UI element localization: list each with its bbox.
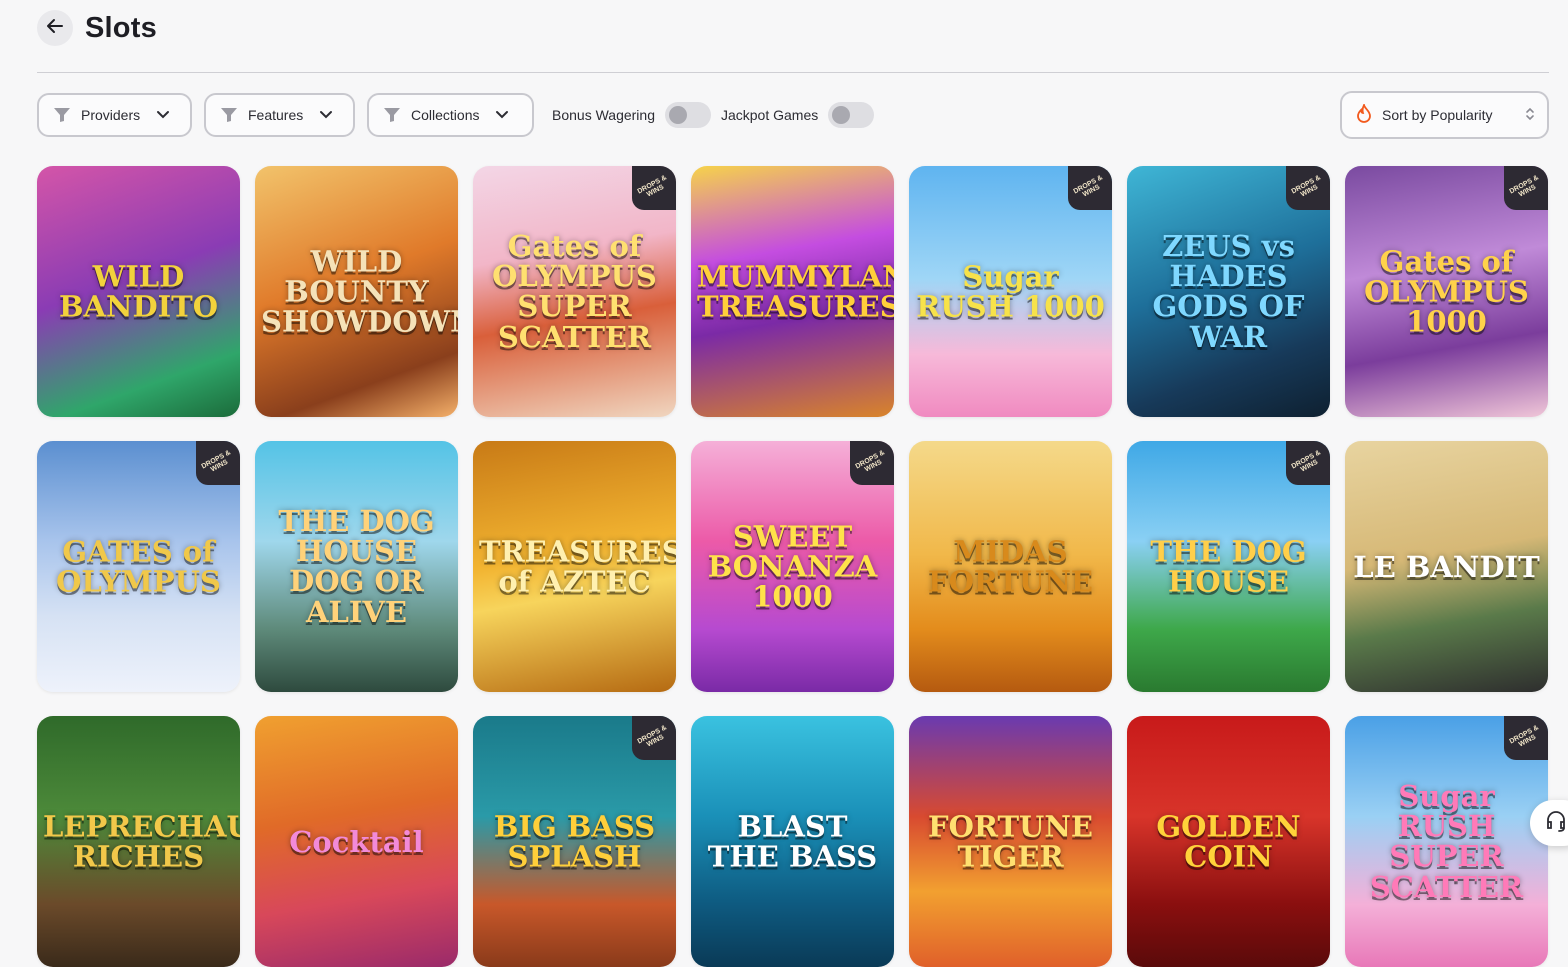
- drops-wins-badge-text: DROPS & WINS: [854, 449, 886, 474]
- drops-wins-badge-text: DROPS & WINS: [636, 174, 668, 199]
- game-title: BIG BASS SPLASH: [493, 809, 656, 874]
- game-tile[interactable]: TREASURES of AZTEC: [473, 441, 676, 692]
- game-title: GATES of OLYMPUS: [56, 534, 221, 599]
- jackpot-games-toggle-group: Jackpot Games: [720, 102, 875, 128]
- game-tile[interactable]: LE BANDIT: [1345, 441, 1548, 692]
- drops-wins-badge: DROPS & WINS: [632, 716, 676, 760]
- drops-wins-badge-text: DROPS & WINS: [1508, 724, 1540, 749]
- game-title: TREASURES of AZTEC: [479, 534, 676, 599]
- game-title: THE DOG HOUSE DOG OR ALIVE: [278, 503, 435, 629]
- drops-wins-badge: DROPS & WINS: [1504, 716, 1548, 760]
- drops-wins-badge: DROPS & WINS: [1068, 166, 1112, 210]
- game-tile[interactable]: BIG BASS SPLASH DROPS & WINS: [473, 716, 676, 967]
- game-title: WILD BOUNTY SHOWDOWN: [261, 243, 458, 339]
- page-title: Slots: [85, 11, 157, 44]
- game-title: WILD BANDITO: [58, 259, 219, 324]
- game-tile[interactable]: ZEUS vs HADES GODS OF WAR DROPS & WINS: [1127, 166, 1330, 417]
- game-tile[interactable]: MIDAS FORTUNE: [909, 441, 1112, 692]
- filter-bar: Providers Features Collections Bonus Wag…: [37, 91, 1549, 139]
- game-tile[interactable]: THE DOG HOUSE DROPS & WINS: [1127, 441, 1330, 692]
- drops-wins-badge-text: DROPS & WINS: [1072, 174, 1104, 199]
- filter-icon: [220, 107, 238, 123]
- chevron-down-icon: [156, 110, 170, 120]
- drops-wins-badge-text: DROPS & WINS: [1508, 174, 1540, 199]
- chevron-down-icon: [319, 110, 333, 120]
- bonus-wagering-toggle[interactable]: [664, 102, 711, 128]
- header-divider: [37, 72, 1549, 73]
- page-header: Slots: [37, 10, 157, 46]
- game-title: GOLDEN COIN: [1156, 809, 1301, 874]
- game-title: THE DOG HOUSE: [1150, 534, 1307, 599]
- filter-icon: [53, 107, 71, 123]
- sort-select[interactable]: Sort by Popularity: [1340, 91, 1549, 139]
- back-button[interactable]: [37, 10, 73, 46]
- game-tile[interactable]: Gates of OLYMPUS 1000 DROPS & WINS: [1345, 166, 1548, 417]
- game-tile[interactable]: Sugar RUSH SUPER SCATTER DROPS & WINS: [1345, 716, 1548, 967]
- game-title: ZEUS vs HADES GODS OF WAR: [1152, 228, 1305, 354]
- game-title: BLAST THE BASS: [707, 809, 878, 874]
- jackpot-games-toggle[interactable]: [828, 102, 875, 128]
- drops-wins-badge: DROPS & WINS: [1286, 441, 1330, 485]
- game-title: Gates of OLYMPUS 1000: [1364, 243, 1529, 339]
- game-tile[interactable]: WILD BANDITO: [37, 166, 240, 417]
- drops-wins-badge: DROPS & WINS: [1504, 166, 1548, 210]
- game-tile[interactable]: Cocktail: [255, 716, 458, 967]
- flame-icon: [1356, 101, 1372, 127]
- game-tile[interactable]: FORTUNE TIGER: [909, 716, 1112, 967]
- chevron-down-icon: [495, 110, 509, 120]
- features-filter-button[interactable]: Features: [204, 93, 355, 137]
- bonus-wagering-label: Bonus Wagering: [552, 107, 655, 123]
- drops-wins-badge-text: DROPS & WINS: [1290, 174, 1322, 199]
- game-tile[interactable]: GOLDEN COIN: [1127, 716, 1330, 967]
- drops-wins-badge-text: DROPS & WINS: [636, 724, 668, 749]
- game-tile[interactable]: WILD BOUNTY SHOWDOWN: [255, 166, 458, 417]
- providers-label: Providers: [81, 107, 141, 123]
- drops-wins-badge: DROPS & WINS: [632, 166, 676, 210]
- collections-filter-button[interactable]: Collections: [367, 93, 534, 137]
- game-tile[interactable]: MUMMYLAND TREASURES: [691, 166, 894, 417]
- toggle-knob: [668, 106, 687, 124]
- chevron-updown-icon: [1525, 106, 1535, 125]
- sort-label: Sort by Popularity: [1382, 107, 1493, 123]
- features-label: Features: [248, 107, 304, 123]
- game-title: SWEET BONANZA 1000: [707, 518, 878, 614]
- drops-wins-badge-text: DROPS & WINS: [1290, 449, 1322, 474]
- bonus-wagering-toggle-group: Bonus Wagering: [552, 102, 711, 128]
- headset-icon: [1544, 809, 1568, 838]
- game-title: MIDAS FORTUNE: [928, 534, 1093, 599]
- game-title: Sugar RUSH SUPER SCATTER: [1369, 778, 1524, 904]
- toggle-knob: [832, 106, 851, 124]
- filter-icon: [383, 107, 401, 123]
- game-tile[interactable]: Sugar RUSH 1000 DROPS & WINS: [909, 166, 1112, 417]
- game-title: Sugar RUSH 1000: [916, 259, 1105, 324]
- jackpot-games-label: Jackpot Games: [720, 107, 819, 123]
- support-chat-button[interactable]: [1530, 800, 1568, 846]
- drops-wins-badge: DROPS & WINS: [1286, 166, 1330, 210]
- arrow-left-icon: [46, 17, 64, 40]
- drops-wins-badge-text: DROPS & WINS: [200, 449, 232, 474]
- collections-label: Collections: [411, 107, 480, 123]
- game-tile[interactable]: Gates of OLYMPUS SUPER SCATTER DROPS & WI…: [473, 166, 676, 417]
- game-title: FORTUNE TIGER: [928, 809, 1093, 874]
- drops-wins-badge: DROPS & WINS: [196, 441, 240, 485]
- game-tile[interactable]: GATES of OLYMPUS DROPS & WINS: [37, 441, 240, 692]
- drops-wins-badge: DROPS & WINS: [850, 441, 894, 485]
- game-title: Cocktail: [289, 824, 424, 859]
- game-tile[interactable]: THE DOG HOUSE DOG OR ALIVE: [255, 441, 458, 692]
- game-tile[interactable]: BLAST THE BASS: [691, 716, 894, 967]
- game-title: LEPRECHAUN RICHES: [43, 809, 240, 874]
- game-title: LE BANDIT: [1353, 549, 1540, 584]
- game-title: Gates of OLYMPUS SUPER SCATTER: [492, 228, 657, 354]
- game-tile[interactable]: SWEET BONANZA 1000 DROPS & WINS: [691, 441, 894, 692]
- providers-filter-button[interactable]: Providers: [37, 93, 192, 137]
- game-title: MUMMYLAND TREASURES: [697, 259, 894, 324]
- game-tile[interactable]: LEPRECHAUN RICHES: [37, 716, 240, 967]
